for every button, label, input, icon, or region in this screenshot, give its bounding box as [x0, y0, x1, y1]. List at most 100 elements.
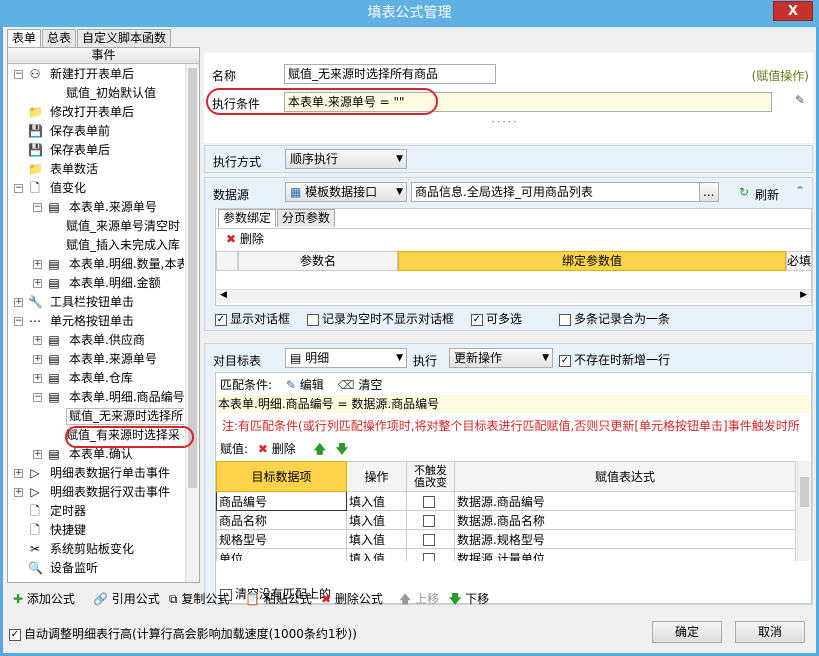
expand-toggle-icon[interactable]: + — [33, 260, 42, 269]
cell-target-item[interactable]: 单位 — [216, 548, 347, 561]
expand-toggle-icon[interactable]: + — [33, 374, 42, 383]
assign-scroll-thumb[interactable] — [800, 477, 809, 507]
option-checkbox-wrap[interactable]: 记录为空时不显示对话框 — [307, 309, 454, 329]
option-checkbox[interactable] — [307, 313, 319, 326]
expand-toggle-icon[interactable]: + — [33, 450, 42, 459]
ok-button[interactable]: 确定 — [652, 621, 722, 643]
cell-target-item[interactable]: 商品名称 — [216, 510, 347, 530]
tree-item[interactable]: + ▤ 本表单.明细.金额 — [8, 274, 184, 293]
tree-item[interactable]: + ▤ 本表单.供应商 — [8, 331, 184, 350]
tab-custom-script[interactable]: 自定义脚本函数 — [77, 29, 172, 47]
auto-height-wrap[interactable]: ✓ 自动调整明细表行高(计算行高会影响加载速度(1000条约1秒)) — [9, 625, 357, 642]
tree-scrollbar[interactable] — [185, 64, 199, 582]
table-row[interactable]: 规格型号 填入值 数据源.规格型号 — [216, 529, 796, 549]
col-operation[interactable]: 操作 — [346, 461, 407, 492]
tree-item[interactable]: − ⋯ 单元格按钮单击 — [8, 312, 184, 331]
expand-toggle-icon[interactable]: + — [14, 488, 23, 497]
move-up-button[interactable]: 🡅 上移 — [399, 590, 439, 611]
col-target-item[interactable]: 目标数据项 — [216, 461, 347, 492]
no-trigger-checkbox[interactable] — [423, 533, 435, 546]
tree-item[interactable]: 赋值_来源单号清空时 — [8, 217, 184, 236]
target-select[interactable]: ▤ 明细 ▼ — [285, 348, 407, 368]
refresh-button[interactable]: 刷新 — [755, 186, 779, 203]
tab-summary[interactable]: 总表 — [42, 29, 77, 47]
arrow-up-icon[interactable]: 🡅 — [314, 442, 326, 456]
tree-item[interactable]: − 🗋 值变化 — [8, 179, 184, 198]
match-clear-button[interactable]: 清空 — [358, 378, 382, 392]
option-checkbox-wrap[interactable]: ✓ 显示对话框 — [215, 309, 290, 329]
tree-item[interactable]: + 🔧 工具栏按钮单击 — [8, 293, 184, 312]
col-assign-expr[interactable]: 赋值表达式 — [454, 461, 796, 492]
cell-operation[interactable]: 填入值 — [346, 510, 407, 530]
collapse-toggle-icon[interactable]: − — [14, 184, 23, 193]
edit-icon[interactable]: ✎ — [286, 378, 296, 392]
col-required[interactable]: 必填 — [786, 251, 812, 271]
param-delete-button[interactable]: 删除 — [240, 232, 264, 246]
tree-item[interactable]: 🔍 设备监听 — [8, 559, 184, 578]
tree-item[interactable]: − ▤ 本表单.明细.商品编号 — [8, 388, 184, 407]
col-param-name[interactable]: 参数名 — [238, 251, 398, 271]
cell-no-trigger[interactable] — [406, 548, 455, 561]
tree-item[interactable]: 赋值_无来源时选择所 — [8, 407, 184, 426]
tree-item[interactable]: − ⚇ 新建打开表单后 — [8, 65, 184, 84]
tree-item[interactable]: 🗋 快捷键 — [8, 521, 184, 540]
param-hscroll[interactable]: ◀ ▶ — [216, 289, 811, 303]
tab-paging-params[interactable]: 分页参数 — [277, 209, 336, 227]
cell-assign-expr[interactable]: 数据源.商品名称 — [454, 510, 796, 530]
cell-assign-expr[interactable]: 数据源.商品编号 — [454, 491, 796, 511]
cell-target-item[interactable]: 规格型号 — [216, 529, 347, 549]
cell-no-trigger[interactable] — [406, 491, 455, 511]
option-checkbox[interactable]: ✓ — [215, 313, 227, 326]
add-row-checkbox-wrap[interactable]: ✓ 不存在时新增一行 — [559, 351, 670, 368]
tree-item[interactable]: 📁 表单数活 — [8, 160, 184, 179]
tab-form[interactable]: 表单 — [7, 29, 42, 48]
collapse-toggle-icon[interactable]: − — [14, 317, 23, 326]
collapse-toggle-icon[interactable]: − — [33, 393, 42, 402]
expand-toggle-icon[interactable]: + — [33, 279, 42, 288]
table-row[interactable]: 单位 填入值 数据源.计量单位 — [216, 548, 796, 561]
collapse-toggle-icon[interactable]: − — [14, 70, 23, 79]
delete-icon[interactable]: ✖ — [258, 442, 268, 456]
tree-item[interactable]: 📁 修改打开表单后 — [8, 103, 184, 122]
tree-item[interactable]: + ▷ 明细表数据行单击事件 — [8, 464, 184, 483]
tree-item[interactable]: 💾 保存表单后 — [8, 141, 184, 160]
wand-icon[interactable]: ✎ — [795, 93, 805, 107]
cell-no-trigger[interactable] — [406, 529, 455, 549]
cell-operation[interactable]: 填入值 — [346, 548, 407, 561]
clear-icon[interactable]: ⌫ — [338, 378, 355, 392]
datasource-input[interactable]: 商品信息.全局选择_可用商品列表 — [411, 182, 701, 202]
exec-select[interactable]: 顺序执行 ▼ — [285, 149, 407, 169]
tree-item[interactable]: 💾 保存表单前 — [8, 122, 184, 141]
cell-operation[interactable]: 填入值 — [346, 529, 407, 549]
match-expression[interactable]: 本表单.明细.商品编号 = 数据源.商品编号 — [216, 395, 811, 413]
option-checkbox-wrap[interactable]: 多条记录合为一条 — [559, 309, 670, 329]
option-checkbox[interactable]: ✓ — [471, 313, 483, 326]
close-button[interactable]: X — [773, 1, 813, 21]
cancel-button[interactable]: 取消 — [735, 621, 805, 643]
assign-delete-button[interactable]: 删除 — [272, 442, 296, 456]
tree-item[interactable]: 赋值_插入未完成入库 — [8, 236, 184, 255]
tree-item[interactable]: + ▤ 本表单.仓库 — [8, 369, 184, 388]
tree-item[interactable]: − ▤ 本表单.来源单号 — [8, 198, 184, 217]
expand-toggle-icon[interactable]: + — [14, 469, 23, 478]
copy-formula-button[interactable]: ⧉ 复制公式 — [169, 590, 229, 607]
cell-no-trigger[interactable] — [406, 510, 455, 530]
add-formula-button[interactable]: ✚ 添加公式 — [13, 590, 75, 607]
arrow-down-icon[interactable]: 🡇 — [336, 442, 348, 456]
no-trigger-checkbox[interactable] — [423, 514, 435, 527]
refresh-icon[interactable]: ↻ — [739, 185, 749, 199]
collapse-toggle-icon[interactable]: − — [33, 203, 42, 212]
match-edit-button[interactable]: 编辑 — [300, 378, 324, 392]
add-row-checkbox[interactable]: ✓ — [559, 354, 571, 367]
cell-assign-expr[interactable]: 数据源.规格型号 — [454, 529, 796, 549]
col-no-trigger[interactable]: 不触发 值改变 — [406, 461, 455, 492]
expand-toggle-icon[interactable]: + — [33, 355, 42, 364]
cell-target-item[interactable]: 商品编号 — [216, 491, 347, 511]
datasource-more-button[interactable]: ... — [699, 182, 719, 202]
datasource-type-select[interactable]: ▦ 模板数据接口 ▼ — [285, 182, 407, 202]
table-row[interactable]: 商品编号 填入值 数据源.商品编号 — [216, 491, 796, 511]
ref-formula-button[interactable]: 🔗 引用公式 — [93, 590, 160, 607]
tree-item[interactable]: ✂ 系统剪贴板变化 — [8, 540, 184, 559]
scroll-left-icon[interactable]: ◀ — [220, 290, 227, 300]
expand-toggle-icon[interactable]: + — [33, 336, 42, 345]
